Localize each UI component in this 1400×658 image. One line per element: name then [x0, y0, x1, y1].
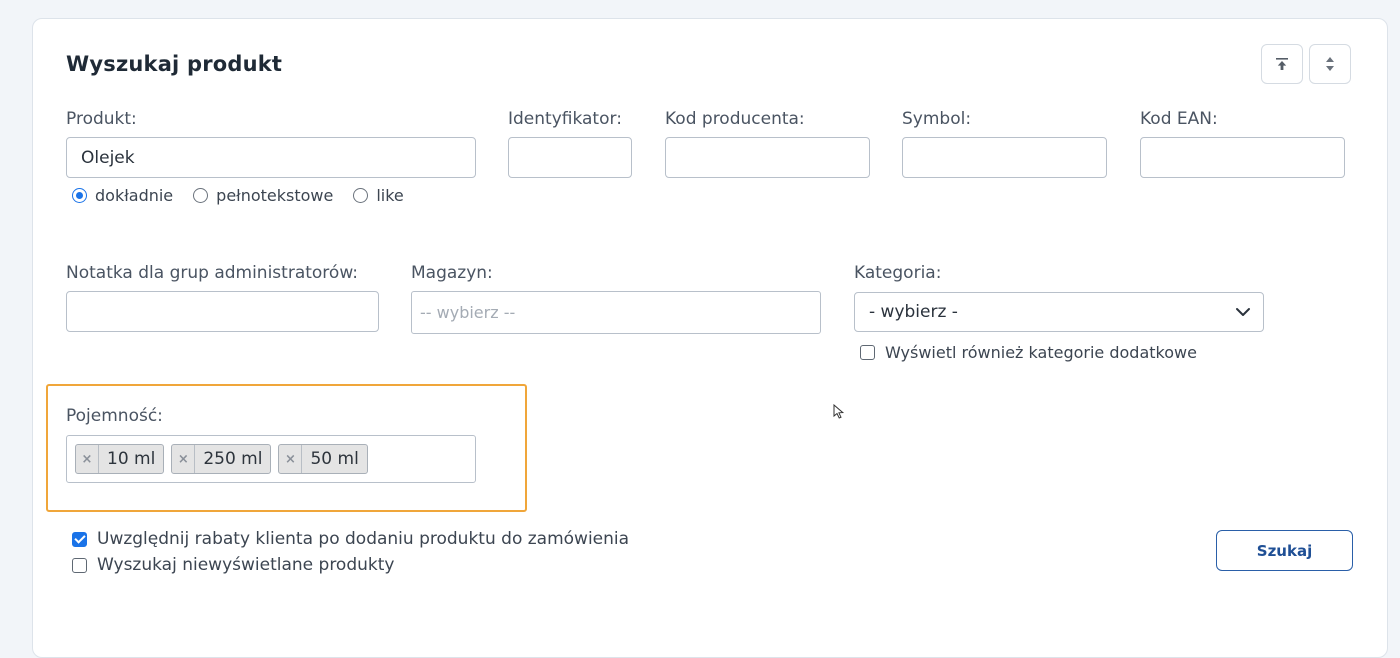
tag-item: × 50 ml — [278, 444, 368, 474]
kategoria-extra-option[interactable]: Wyświetl również kategorie dodatkowe — [860, 343, 1197, 362]
magazyn-select[interactable]: -- wybierz -- — [411, 291, 821, 334]
collapse-top-button[interactable] — [1261, 44, 1303, 84]
kategoria-extra-checkbox[interactable] — [860, 345, 875, 360]
produkt-input[interactable] — [66, 137, 476, 178]
symbol-label: Symbol: — [902, 109, 972, 129]
sort-button[interactable] — [1309, 44, 1351, 84]
search-button[interactable]: Szukaj — [1216, 530, 1353, 571]
tag-item: × 250 ml — [171, 444, 272, 474]
tag-label: 50 ml — [310, 449, 359, 469]
tag-remove-icon[interactable]: × — [76, 445, 99, 473]
tag-item: × 10 ml — [75, 444, 165, 474]
chevron-down-icon — [1236, 308, 1250, 316]
kod-producenta-label: Kod producenta: — [665, 109, 805, 129]
radio-dokladnie[interactable]: dokładnie — [72, 186, 173, 205]
radio-pelnotekstowe-label: pełnotekstowe — [216, 186, 334, 205]
radio-dot[interactable] — [193, 188, 209, 203]
kod-ean-label: Kod EAN: — [1140, 109, 1218, 129]
rabaty-label: Uwzględnij rabaty klienta po dodaniu pro… — [97, 529, 630, 549]
symbol-input[interactable] — [902, 137, 1107, 178]
magazyn-label: Magazyn: — [411, 263, 493, 283]
produkt-label: Produkt: — [66, 109, 137, 129]
kategoria-label: Kategoria: — [854, 263, 942, 283]
tag-remove-icon[interactable]: × — [279, 445, 303, 473]
tag-label: 10 ml — [107, 449, 156, 469]
identyfikator-label: Identyfikator: — [508, 109, 622, 129]
panel-title: Wyszukaj produkt — [66, 52, 283, 76]
niewyswietlane-option[interactable]: Wyszukaj niewyświetlane produkty — [72, 555, 394, 575]
radio-dot[interactable] — [353, 188, 369, 203]
pojemnosc-label: Pojemność: — [66, 406, 163, 426]
rabaty-checkbox[interactable] — [72, 531, 87, 547]
match-mode-radio-group: dokładnie pełnotekstowe like — [72, 186, 424, 205]
niewyswietlane-label: Wyszukaj niewyświetlane produkty — [97, 555, 395, 575]
radio-like[interactable]: like — [353, 186, 404, 205]
kod-producenta-input[interactable] — [665, 137, 870, 178]
niewyswietlane-checkbox[interactable] — [72, 557, 87, 573]
kod-ean-input[interactable] — [1140, 137, 1345, 178]
sort-updown-icon — [1326, 57, 1334, 71]
identyfikator-input[interactable] — [508, 137, 632, 178]
radio-dokladnie-label: dokładnie — [95, 186, 174, 205]
tag-remove-icon[interactable]: × — [172, 445, 196, 473]
kategoria-extra-label: Wyświetl również kategorie dodatkowe — [885, 343, 1197, 362]
kategoria-select[interactable]: - wybierz - — [854, 292, 1264, 332]
tag-label: 250 ml — [203, 449, 263, 469]
mouse-pointer-icon — [833, 404, 845, 419]
notatka-input[interactable] — [66, 291, 379, 332]
radio-like-label: like — [376, 186, 404, 205]
radio-dot-checked[interactable] — [72, 188, 87, 203]
magazyn-placeholder: -- wybierz -- — [420, 303, 516, 322]
rabaty-option[interactable]: Uwzględnij rabaty klienta po dodaniu pro… — [72, 529, 629, 549]
radio-pelnotekstowe[interactable]: pełnotekstowe — [193, 186, 333, 205]
pojemnosc-multiselect[interactable]: × 10 ml × 250 ml × 50 ml — [66, 435, 476, 483]
kategoria-selected-value: - wybierz - — [869, 302, 958, 322]
arrow-to-top-icon — [1276, 58, 1288, 70]
notatka-label: Notatka dla grup administratorów: — [66, 263, 359, 283]
